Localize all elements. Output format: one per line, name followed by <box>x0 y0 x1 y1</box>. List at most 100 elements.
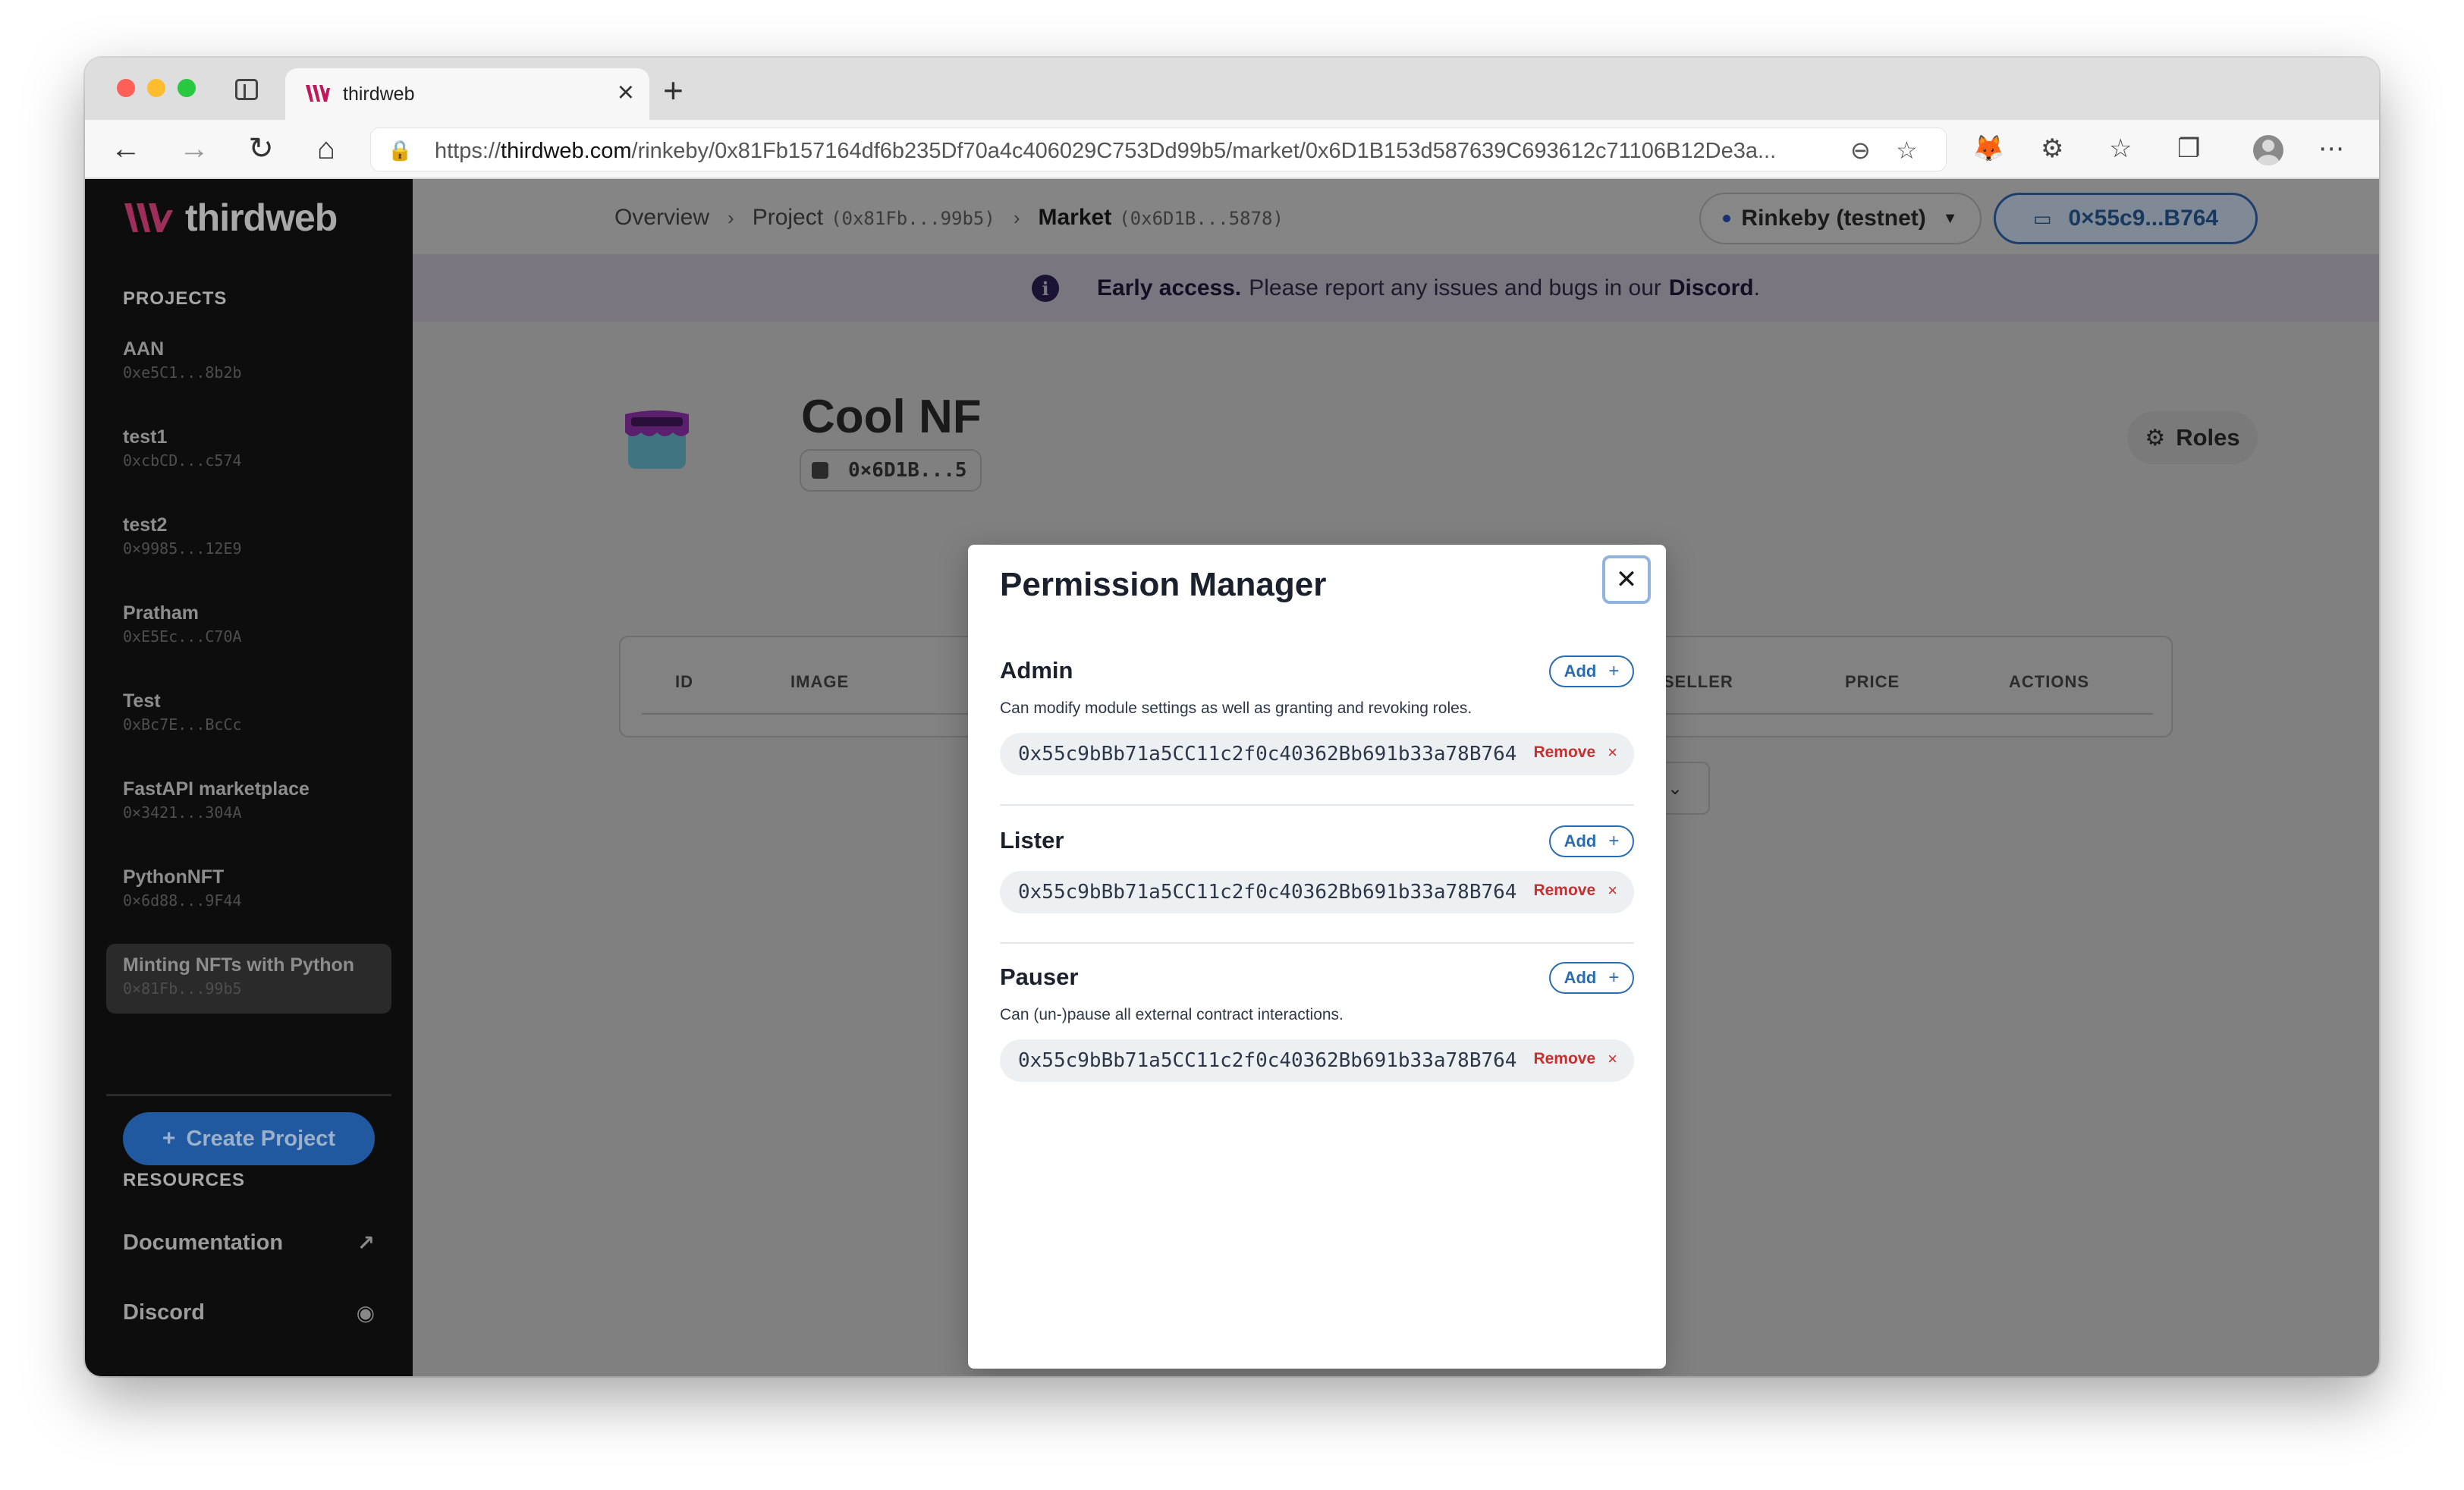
favorite-star-icon[interactable]: ☆ <box>1896 136 1918 165</box>
projects-heading: PROJECTS <box>123 288 228 309</box>
network-label: Rinkeby (testnet) <box>1741 206 1926 231</box>
minimize-window-button[interactable] <box>147 79 165 97</box>
role-description: Can (un-)pause all external contract int… <box>1000 1006 1344 1023</box>
close-icon: ✕ <box>1615 565 1638 594</box>
add-label: Add <box>1564 831 1597 850</box>
banner-suffix: . <box>1753 275 1760 300</box>
close-modal-button[interactable]: ✕ <box>1602 555 1651 604</box>
gear-icon: ⚙ <box>2145 425 2166 451</box>
breadcrumb-project-address: (0x81Fb...99b5) <box>831 208 995 229</box>
project-address: 0xBc7E...BcCc <box>123 715 242 734</box>
add-lister-button[interactable]: Add + <box>1549 825 1634 857</box>
plus-icon: + <box>1608 661 1620 681</box>
add-pauser-button[interactable]: Add + <box>1549 962 1634 994</box>
sidebar-item-documentation[interactable]: Documentation ↗ <box>123 1231 375 1256</box>
role-divider <box>1000 942 1634 944</box>
banner-text: Please report any issues and bugs in our <box>1249 275 1661 300</box>
tab-overview-icon[interactable] <box>235 79 258 100</box>
permission-manager-modal: Permission Manager ✕ Admin Add + Can mod… <box>968 545 1666 1369</box>
metamask-extension-icon[interactable]: 🦊 <box>1972 134 2004 164</box>
profile-avatar-icon[interactable] <box>2253 135 2283 165</box>
module-address-chip[interactable]: 0×6D1B...5 <box>800 449 982 492</box>
column-header: ACTIONS <box>2009 672 2089 691</box>
collections-icon[interactable]: ❐ <box>2177 134 2200 164</box>
sidebar-project-item[interactable]: Test 0xBc7E...BcCc <box>106 680 391 750</box>
remove-label: Remove <box>1533 882 1596 899</box>
column-header: PRICE <box>1845 672 1900 691</box>
home-icon[interactable]: ⌂ <box>305 127 347 170</box>
roles-button[interactable]: ⚙ Roles <box>2127 411 2258 464</box>
url-text[interactable]: https://thirdweb.com/rinkeby/0x81Fb15716… <box>435 139 1776 164</box>
roles-label: Roles <box>2176 424 2240 451</box>
network-selector-button[interactable]: Rinkeby (testnet) ▼ <box>1699 193 1982 244</box>
early-access-banner: i Early access. Please report any issues… <box>413 255 2379 322</box>
sidebar-project-item[interactable]: Pratham 0xE5Ec...C70A <box>106 592 391 662</box>
browser-toolbar: ← → ↻ ⌂ 🔒 https://thirdweb.com/rinkeby/0… <box>85 120 2379 179</box>
chevron-down-icon: ⌄ <box>1667 778 1683 799</box>
remove-member-button[interactable]: Remove × <box>1533 1049 1617 1069</box>
project-address: 0×81Fb...99b5 <box>123 979 242 998</box>
role-member-row: 0x55c9bBb71a5CC11c2f0c40362Bb691b33a78B7… <box>1000 733 1634 775</box>
tab-title: thirdweb <box>343 83 415 105</box>
add-admin-button[interactable]: Add + <box>1549 655 1634 687</box>
chevron-right-icon: › <box>728 206 734 229</box>
thirdweb-logo-icon <box>124 203 173 232</box>
remove-member-button[interactable]: Remove × <box>1533 881 1617 901</box>
resource-label: Documentation <box>123 1231 284 1255</box>
extensions-puzzle-icon[interactable]: ⚙ <box>2041 134 2063 164</box>
close-tab-icon[interactable]: × <box>618 77 634 108</box>
breadcrumb-market-address: (0x6D1B...5878) <box>1119 208 1284 229</box>
sidebar-divider <box>106 1094 391 1096</box>
browser-tab[interactable]: thirdweb × <box>285 68 649 120</box>
plus-icon: + <box>1608 831 1620 851</box>
back-icon[interactable]: ← <box>105 127 147 170</box>
create-project-button[interactable]: + Create Project <box>123 1112 375 1165</box>
sidebar-project-item[interactable]: PythonNFT 0×6d88...9F44 <box>106 856 391 926</box>
breadcrumb-overview[interactable]: Overview <box>614 205 709 231</box>
more-menu-icon[interactable]: ⋯ <box>2318 134 2344 164</box>
maximize-window-button[interactable] <box>178 79 196 97</box>
module-address: 0×6D1B...5 <box>848 459 967 482</box>
role-name: Lister <box>1000 827 1064 853</box>
copy-icon <box>812 462 828 479</box>
wallet-button[interactable]: ▭ 0×55c9...B764 <box>1994 193 2258 244</box>
role-name: Admin <box>1000 657 1073 684</box>
sidebar-project-item[interactable]: FastAPI marketplace 0×3421...304A <box>106 768 391 838</box>
reload-icon[interactable]: ↻ <box>240 127 282 170</box>
role-name: Pauser <box>1000 963 1079 990</box>
favorites-icon[interactable]: ☆ <box>2109 134 2132 164</box>
banner-discord-link[interactable]: Discord <box>1669 275 1754 301</box>
thirdweb-logo[interactable]: thirdweb <box>123 196 338 240</box>
breadcrumb-market[interactable]: Market <box>1039 205 1112 231</box>
sidebar-project-item[interactable]: AAN 0xe5C1...8b2b <box>106 328 391 398</box>
forward-icon[interactable]: → <box>173 127 215 170</box>
sidebar-item-discord[interactable]: Discord ◉ <box>123 1300 375 1325</box>
role-divider <box>1000 804 1634 806</box>
breadcrumb-project[interactable]: Project <box>753 205 823 231</box>
close-icon: × <box>1608 1049 1617 1068</box>
banner-bold: Early access. <box>1097 275 1242 300</box>
sidebar-project-item-active[interactable]: Minting NFTs with Python 0×81Fb...99b5 <box>106 944 391 1014</box>
sidebar-project-item[interactable]: test1 0xcbCD...c574 <box>106 416 391 486</box>
close-icon: × <box>1608 743 1617 762</box>
top-bar: Overview › Project (0x81Fb...99b5) › Mar… <box>413 179 2379 255</box>
new-tab-icon[interactable]: + <box>663 70 684 111</box>
remove-member-button[interactable]: Remove × <box>1533 743 1617 762</box>
thirdweb-favicon-icon <box>306 85 330 102</box>
project-address: 0xE5Ec...C70A <box>123 627 242 646</box>
sidebar-project-item[interactable]: test2 0×9985...12E9 <box>106 504 391 574</box>
discord-icon: ◉ <box>356 1301 375 1325</box>
remove-label: Remove <box>1533 743 1596 761</box>
project-name: Pratham <box>123 602 200 624</box>
close-window-button[interactable] <box>117 79 135 97</box>
info-icon: i <box>1032 275 1060 302</box>
address-bar[interactable]: 🔒 https://thirdweb.com/rinkeby/0x81Fb157… <box>370 127 1947 171</box>
column-header: SELLER <box>1663 672 1733 691</box>
project-address: 0×9985...12E9 <box>123 539 242 558</box>
close-icon: × <box>1608 881 1617 900</box>
zoom-out-icon[interactable]: ⊖ <box>1850 136 1871 165</box>
browser-window: thirdweb × + ← → ↻ ⌂ 🔒 https://thirdweb.… <box>85 58 2379 1376</box>
resources-heading: RESOURCES <box>123 1170 246 1190</box>
sidebar: thirdweb PROJECTS AAN 0xe5C1...8b2b test… <box>85 179 413 1376</box>
modal-title: Permission Manager <box>1000 566 1327 603</box>
